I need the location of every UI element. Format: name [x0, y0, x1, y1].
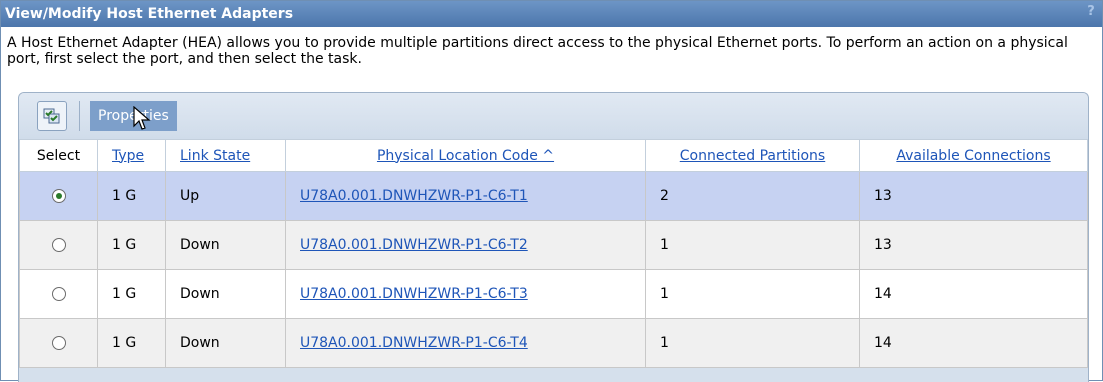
hea-panel: View/Modify Host Ethernet Adapters ? A H… [0, 0, 1103, 382]
table-toolbar: Properties [19, 93, 1088, 139]
select-cell[interactable] [19, 269, 98, 319]
type-cell: 1 G [97, 269, 166, 319]
panel-title-bar: View/Modify Host Ethernet Adapters ? [1, 1, 1102, 27]
physical-location-cell[interactable]: U78A0.001.DNWHZWR-P1-C6-T2 [285, 220, 646, 270]
type-cell: 1 G [97, 220, 166, 270]
link-state-cell: Up [165, 171, 286, 221]
type-cell: 1 G [97, 171, 166, 221]
mouse-cursor-icon [133, 106, 151, 130]
type-cell: 1 G [97, 318, 166, 368]
adapter-table: Select Type Link State Physical Location… [19, 139, 1088, 368]
header-available-connections[interactable]: Available Connections [859, 139, 1088, 172]
connected-partitions-cell: 1 [645, 269, 860, 319]
row-radio-button[interactable] [51, 287, 66, 301]
header-available-connections-link[interactable]: Available Connections [896, 148, 1050, 164]
connected-partitions-cell: 2 [645, 171, 860, 221]
available-connections-cell: 14 [859, 318, 1088, 368]
connected-partitions-cell: 1 [645, 318, 860, 368]
help-icon[interactable]: ? [1084, 4, 1098, 22]
connected-partitions-cell: 1 [645, 220, 860, 270]
row-radio-button[interactable] [51, 336, 66, 350]
available-connections-cell: 13 [859, 171, 1088, 221]
physical-location-link[interactable]: U78A0.001.DNWHZWR-P1-C6-T1 [300, 188, 528, 204]
header-link-state-link[interactable]: Link State [180, 148, 250, 164]
table-row[interactable]: 1 G Down U78A0.001.DNWHZWR-P1-C6-T2 1 13 [19, 220, 1088, 270]
table-header-row: Select Type Link State Physical Location… [19, 139, 1088, 172]
adapter-table-container: Properties Select Type Link State Physic… [18, 92, 1089, 382]
panel-title: View/Modify Host Ethernet Adapters [5, 6, 294, 22]
header-connected-partitions[interactable]: Connected Partitions [645, 139, 860, 172]
header-physical-location[interactable]: Physical Location Code ^ [285, 139, 646, 172]
link-state-cell: Down [165, 269, 286, 319]
select-cell[interactable] [19, 220, 98, 270]
physical-location-link[interactable]: U78A0.001.DNWHZWR-P1-C6-T3 [300, 286, 528, 302]
link-state-cell: Down [165, 220, 286, 270]
select-all-icon[interactable] [37, 101, 67, 131]
table-row[interactable]: 1 G Down U78A0.001.DNWHZWR-P1-C6-T3 1 14 [19, 269, 1088, 319]
link-state-cell: Down [165, 318, 286, 368]
table-row[interactable]: 1 G Down U78A0.001.DNWHZWR-P1-C6-T4 1 14 [19, 318, 1088, 368]
row-radio-button[interactable] [51, 238, 66, 252]
physical-location-cell[interactable]: U78A0.001.DNWHZWR-P1-C6-T1 [285, 171, 646, 221]
table-row[interactable]: 1 G Up U78A0.001.DNWHZWR-P1-C6-T1 2 13 [19, 171, 1088, 221]
header-physical-location-link[interactable]: Physical Location Code ^ [377, 148, 554, 164]
header-type[interactable]: Type [97, 139, 166, 172]
header-type-link[interactable]: Type [112, 148, 144, 164]
physical-location-cell[interactable]: U78A0.001.DNWHZWR-P1-C6-T4 [285, 318, 646, 368]
select-cell[interactable] [19, 171, 98, 221]
header-link-state[interactable]: Link State [165, 139, 286, 172]
header-connected-partitions-link[interactable]: Connected Partitions [680, 148, 825, 164]
physical-location-link[interactable]: U78A0.001.DNWHZWR-P1-C6-T4 [300, 335, 528, 351]
panel-description: A Host Ethernet Adapter (HEA) allows you… [7, 35, 1068, 67]
select-cell[interactable] [19, 318, 98, 368]
toolbar-separator [79, 101, 80, 131]
available-connections-cell: 14 [859, 269, 1088, 319]
available-connections-cell: 13 [859, 220, 1088, 270]
physical-location-link[interactable]: U78A0.001.DNWHZWR-P1-C6-T2 [300, 237, 528, 253]
header-select: Select [19, 139, 98, 172]
row-radio-button[interactable] [51, 189, 66, 203]
properties-button[interactable]: Properties [90, 101, 177, 131]
physical-location-cell[interactable]: U78A0.001.DNWHZWR-P1-C6-T3 [285, 269, 646, 319]
